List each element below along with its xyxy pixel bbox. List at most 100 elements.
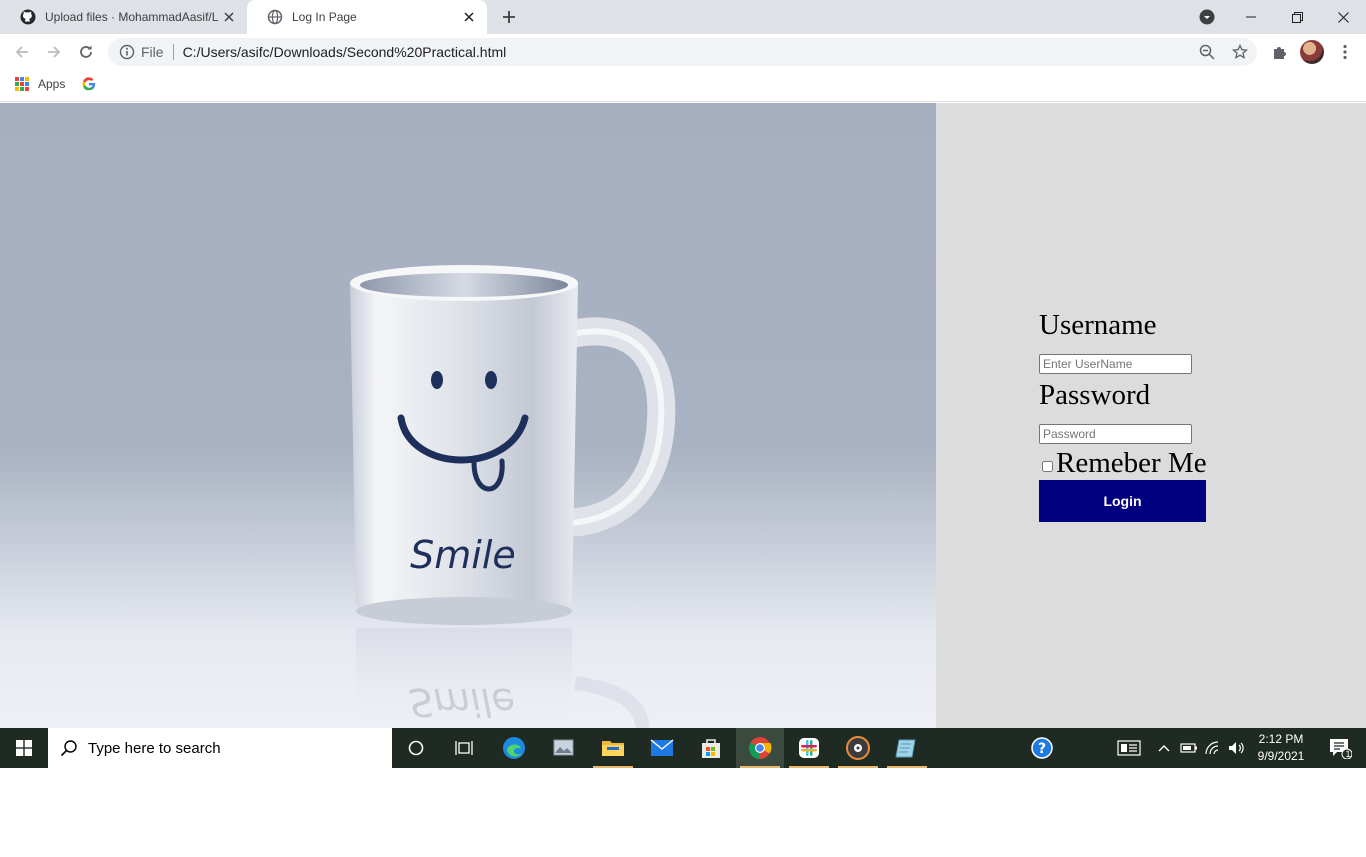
tab-title: Log In Page (292, 10, 357, 24)
close-icon (1337, 11, 1349, 23)
minimize-button[interactable] (1228, 0, 1274, 34)
bookmarks-bar: Apps (0, 70, 1366, 102)
svg-text:Smile: Smile (409, 680, 515, 724)
running-indicator (740, 766, 780, 768)
volume-tray-button[interactable] (1226, 728, 1248, 768)
screen: Upload files · MohammadAasif/L Log In Pa… (0, 0, 1366, 857)
running-indicator (838, 766, 878, 768)
photos-taskbar-button[interactable] (540, 728, 588, 768)
google-icon[interactable] (82, 77, 96, 91)
chrome-taskbar-button[interactable] (736, 728, 784, 768)
help-tray-button[interactable]: ? (1028, 728, 1056, 768)
edge-taskbar-button[interactable] (490, 728, 538, 768)
kebab-menu-icon (1343, 44, 1347, 60)
cortana-icon (408, 740, 424, 756)
task-view-icon (455, 741, 473, 755)
running-indicator (887, 766, 927, 768)
running-indicator (593, 766, 633, 768)
login-panel: Username Password Remeber Me Login (936, 103, 1366, 728)
tab-upload-files[interactable]: Upload files · MohammadAasif/L (0, 0, 247, 34)
folder-icon (602, 741, 624, 756)
start-button[interactable] (0, 728, 48, 768)
back-button[interactable] (8, 38, 36, 66)
file-explorer-taskbar-button[interactable] (589, 728, 637, 768)
mail-icon (650, 739, 674, 756)
address-bar[interactable]: File C:/Users/asifc/Downloads/Second%20P… (108, 38, 1257, 66)
chevron-down-circle-icon (1199, 9, 1215, 25)
globe-icon (267, 9, 283, 25)
forward-button[interactable] (40, 38, 68, 66)
media-player-icon (846, 736, 870, 760)
username-label: Username (1039, 309, 1157, 341)
close-window-button[interactable] (1320, 0, 1366, 34)
url-scheme: File (141, 44, 164, 60)
running-indicator (789, 766, 829, 768)
url-separator (172, 44, 174, 60)
remember-me-checkbox[interactable] (1042, 460, 1053, 472)
search-placeholder: Type here to search (88, 739, 221, 757)
battery-icon (1180, 743, 1197, 753)
svg-text:?: ? (1038, 741, 1046, 757)
arrow-left-icon (15, 46, 28, 58)
info-icon[interactable] (119, 44, 135, 60)
windows-taskbar: Type here to search ? 2:12 PM 9/9/2021 1 (0, 728, 1366, 768)
password-input[interactable] (1039, 424, 1192, 444)
chrome-icon (749, 737, 772, 759)
show-hidden-icons-button[interactable] (1154, 728, 1174, 768)
menu-button[interactable] (1331, 38, 1359, 66)
close-tab-icon[interactable] (461, 9, 477, 25)
browser-tab-strip: Upload files · MohammadAasif/L Log In Pa… (0, 0, 1366, 34)
taskbar-search[interactable]: Type here to search (48, 728, 392, 768)
minimize-icon (1246, 16, 1256, 18)
wifi-icon (1205, 741, 1219, 755)
zoom-out-icon[interactable] (1199, 44, 1215, 60)
task-view-button[interactable] (440, 728, 488, 768)
news-icon (1117, 740, 1141, 756)
restore-button[interactable] (1274, 0, 1320, 34)
apps-label: Apps (38, 77, 66, 91)
bookmark-star-icon[interactable] (1232, 44, 1248, 60)
battery-tray-button[interactable] (1178, 728, 1200, 768)
apps-shortcut[interactable]: Apps (15, 77, 65, 91)
network-tray-button[interactable] (1203, 728, 1225, 768)
puzzle-icon (1274, 47, 1286, 59)
smile-mug-illustration: Smile Smile (350, 265, 676, 728)
windows-logo-icon (16, 740, 32, 756)
close-tab-icon[interactable] (221, 9, 237, 25)
edge-icon (503, 737, 525, 759)
remember-me-row[interactable]: Remeber Me (1039, 448, 1239, 478)
tab-search-button[interactable] (1195, 5, 1219, 29)
browser-toolbar: File C:/Users/asifc/Downloads/Second%20P… (0, 34, 1366, 70)
speaker-icon (1229, 742, 1244, 754)
url-text[interactable]: C:/Users/asifc/Downloads/Second%20Practi… (183, 44, 507, 60)
store-taskbar-button[interactable] (687, 728, 735, 768)
hero-image: Smile Smile (0, 103, 936, 728)
mail-taskbar-button[interactable] (638, 728, 686, 768)
login-button[interactable]: Login (1039, 480, 1206, 522)
username-input[interactable] (1039, 354, 1192, 374)
cortana-button[interactable] (392, 728, 440, 768)
news-tray-button[interactable] (1113, 728, 1145, 768)
tab-title: Upload files · MohammadAasif/L (45, 10, 219, 24)
arrow-right-icon (48, 46, 61, 58)
reload-button[interactable] (72, 38, 100, 66)
slack-icon (799, 738, 819, 758)
taskbar-clock[interactable]: 2:12 PM 9/9/2021 (1250, 731, 1312, 765)
profile-avatar[interactable] (1300, 40, 1324, 64)
new-tab-button[interactable] (497, 5, 521, 29)
action-center-button[interactable]: 1 (1318, 728, 1362, 768)
clock-time: 2:12 PM (1258, 732, 1304, 746)
photos-icon (553, 739, 574, 756)
mug-text: Smile (410, 533, 516, 577)
remember-me-label: Remeber Me (1056, 447, 1207, 479)
slack-taskbar-button[interactable] (785, 728, 833, 768)
store-bag-icon (702, 739, 720, 758)
tab-log-in-page[interactable]: Log In Page (247, 0, 487, 34)
media-player-taskbar-button[interactable] (834, 728, 882, 768)
page-viewport: Smile Smile Username Enter UserName Pass… (0, 103, 1366, 728)
chevron-up-icon (1158, 745, 1170, 752)
apps-grid-icon (15, 77, 29, 91)
github-icon (20, 9, 36, 25)
extensions-button[interactable] (1266, 38, 1294, 66)
notes-taskbar-button[interactable] (883, 728, 931, 768)
